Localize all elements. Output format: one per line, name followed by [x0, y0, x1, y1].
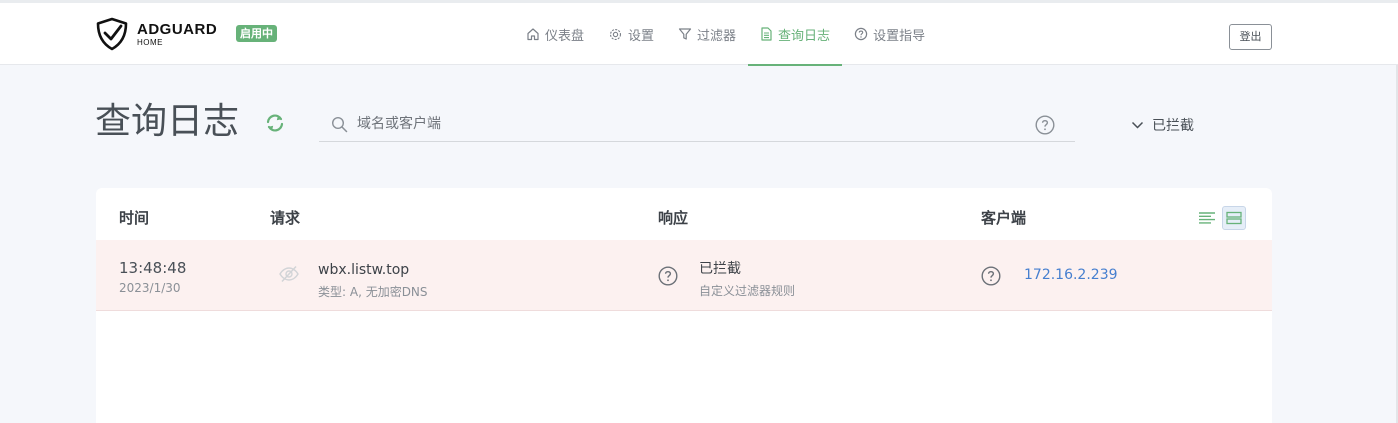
column-header-response: 响应 — [658, 209, 689, 227]
table-header: 时间 请求 响应 客户端 — [96, 188, 1272, 240]
nav-query-log-label: 查询日志 — [778, 28, 831, 44]
logout-button[interactable]: 登出 — [1229, 24, 1272, 50]
response-help-icon[interactable] — [658, 266, 678, 286]
document-icon — [761, 27, 772, 41]
gear-icon — [609, 28, 622, 40]
chevron-down-icon — [1131, 121, 1144, 129]
row-date: 2023/1/30 — [119, 281, 181, 295]
filter-selected-value: 已拦截 — [1152, 118, 1194, 134]
status-badge: 启用中 — [236, 25, 277, 42]
default-view-button[interactable] — [1222, 206, 1246, 230]
adguard-logo[interactable]: ADGUARD HOME — [95, 17, 217, 51]
nav-query-log[interactable]: 查询日志 — [748, 3, 843, 66]
top-header: ADGUARD HOME 启用中 仪表盘 设置 过滤器 查询日志 设置指导 登出 — [0, 0, 1398, 66]
logo-subtitle: HOME — [137, 37, 163, 47]
column-header-client: 客户端 — [981, 209, 1027, 227]
help-circle-icon — [854, 27, 868, 41]
search-box — [319, 106, 1075, 142]
nav-setup-guide-label: 设置指导 — [873, 28, 926, 44]
refresh-icon — [266, 114, 284, 132]
detailed-list-icon — [1226, 211, 1242, 225]
table-row[interactable]: 13:48:48 2023/1/30 wbx.listw.top 类型: A, … — [96, 240, 1272, 311]
nav-setup-guide[interactable]: 设置指导 — [842, 3, 937, 65]
response-filter-dropdown[interactable]: 已拦截 — [1131, 115, 1194, 135]
row-request-detail: 类型: A, 无加密DNS — [318, 285, 428, 299]
query-log-table: 时间 请求 响应 客户端 13:48:48 2023/1/30 wbx.list… — [96, 188, 1272, 423]
filter-icon — [678, 28, 692, 40]
row-response-detail: 自定义过滤器规则 — [699, 284, 796, 298]
eye-off-icon — [279, 265, 299, 283]
search-input[interactable] — [357, 112, 1037, 136]
nav-dashboard[interactable]: 仪表盘 — [514, 3, 596, 65]
nav-settings[interactable]: 设置 — [596, 3, 666, 65]
column-header-time: 时间 — [119, 209, 150, 227]
main-nav: 仪表盘 设置 过滤器 查询日志 设置指导 — [514, 3, 937, 66]
row-response-status: 已拦截 — [699, 261, 741, 277]
row-time: 13:48:48 — [119, 259, 187, 277]
row-client-ip-link[interactable]: 172.16.2.239 — [1024, 267, 1118, 283]
compact-view-button[interactable] — [1195, 206, 1219, 230]
nav-dashboard-label: 仪表盘 — [545, 28, 585, 44]
nav-filters[interactable]: 过滤器 — [666, 3, 748, 65]
compact-list-icon — [1199, 212, 1215, 224]
view-toggle — [1192, 206, 1246, 230]
client-help-icon[interactable] — [981, 266, 1001, 286]
nav-filters-label: 过滤器 — [697, 28, 737, 44]
home-icon — [527, 28, 539, 41]
page-title: 查询日志 — [95, 101, 240, 142]
search-help-icon[interactable] — [1035, 115, 1055, 135]
nav-settings-label: 设置 — [628, 28, 655, 44]
column-header-request: 请求 — [270, 209, 301, 227]
search-icon — [331, 116, 348, 133]
logo-title: ADGUARD — [137, 20, 218, 38]
row-domain[interactable]: wbx.listw.top — [318, 262, 409, 278]
shield-logo-icon — [96, 17, 128, 51]
refresh-button[interactable] — [264, 113, 286, 137]
